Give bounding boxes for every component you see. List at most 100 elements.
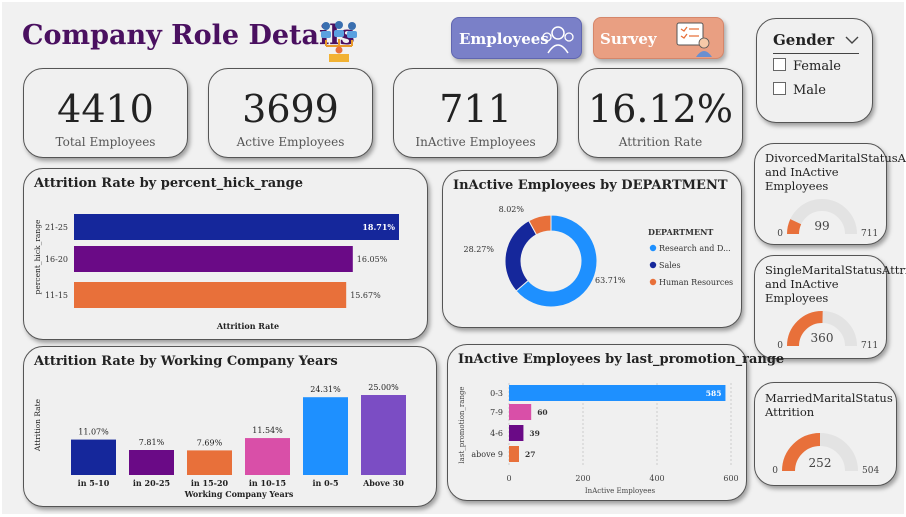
gauge-max: 711 — [861, 341, 878, 351]
tick-label: in 20-25 — [133, 478, 170, 488]
y-axis-label: last_promotion_range — [458, 386, 466, 463]
bar — [303, 397, 348, 475]
bar — [361, 395, 406, 475]
tick-label: 11-15 — [45, 291, 68, 300]
kpi-label: InActive Employees — [415, 135, 536, 149]
slicer-title: Gender — [773, 31, 835, 49]
kpi-label: Active Employees — [236, 135, 345, 149]
gauge-value: 360 — [811, 331, 834, 345]
bar — [509, 385, 726, 401]
gauge-max: 504 — [862, 466, 879, 476]
employees-icon — [542, 26, 574, 54]
survey-icon — [676, 22, 712, 57]
kpi-active-employees: 3699 Active Employees — [208, 68, 373, 158]
checkbox[interactable] — [773, 58, 786, 71]
page-title: Company Role Details — [22, 20, 355, 51]
legend-marker — [649, 244, 657, 252]
bar — [71, 439, 116, 475]
survey-button-label: Survey — [600, 30, 657, 48]
pie-slice — [504, 220, 538, 292]
data-label: 27 — [525, 450, 535, 459]
tick-label: 21-25 — [45, 223, 68, 232]
bar — [74, 246, 353, 272]
x-axis-label: Working Company Years — [184, 489, 294, 499]
gauge-single: 360 0 711 — [777, 311, 878, 351]
kpi-value: 16.12% — [588, 87, 733, 131]
tick-label: 4-6 — [490, 429, 503, 438]
legend-label: Sales — [659, 261, 681, 270]
kpi-label: Attrition Rate — [618, 135, 703, 149]
bar — [245, 438, 290, 475]
gauge-value: 252 — [809, 456, 832, 470]
data-label: 585 — [706, 389, 722, 398]
tick-label: in 0-5 — [312, 478, 338, 488]
data-label: 18.71% — [362, 222, 395, 232]
gauge-fill — [787, 219, 802, 235]
y-axis-label: Attrition Rate — [33, 398, 42, 452]
survey-button[interactable]: Survey — [593, 17, 724, 59]
kpi-attrition-rate: 16.12% Attrition Rate — [578, 68, 743, 158]
legend-title: DEPARTMENT — [648, 227, 713, 237]
kpi-value: 711 — [439, 87, 512, 131]
data-label: 16.05% — [357, 255, 388, 264]
legend-marker — [649, 261, 657, 269]
kpi-value: 3699 — [242, 87, 339, 131]
chart-card-company-years: Attrition Rate by Working Company Years … — [23, 346, 437, 507]
gauge-min: 0 — [777, 229, 783, 239]
gauge-min: 0 — [772, 466, 778, 476]
chart-department: 63.71% 28.27% 8.02% DEPARTMENT Research and … — [463, 205, 733, 308]
tick-label: 200 — [575, 474, 590, 483]
data-label: 24.31% — [310, 385, 341, 394]
bar — [74, 282, 347, 308]
data-label: 7.69% — [197, 438, 223, 447]
tick-label: 0-3 — [490, 389, 503, 398]
gauge-married: 252 0 504 — [772, 433, 879, 476]
tick-label: in 5-10 — [78, 478, 110, 488]
kpi-total-employees: 4410 Total Employees — [23, 68, 188, 158]
bar — [187, 450, 232, 475]
data-label: 25.00% — [368, 383, 399, 392]
gauge-divorced: 99 0 711 — [777, 199, 878, 239]
slicer-option-female[interactable]: Female — [773, 58, 841, 74]
chevron-down-icon[interactable] — [845, 35, 859, 45]
tick-label: 400 — [649, 474, 664, 483]
data-label: 63.71% — [595, 276, 626, 285]
slicer-option-male[interactable]: Male — [773, 82, 826, 98]
data-label: 28.27% — [463, 245, 494, 254]
data-label: 15.67% — [350, 291, 381, 300]
gauge-min: 0 — [777, 341, 783, 351]
data-label: 7.81% — [139, 438, 165, 447]
bar — [74, 214, 399, 240]
bar — [509, 425, 524, 441]
tick-label: 600 — [723, 474, 738, 483]
team-icon — [321, 21, 357, 62]
chart-card-department: InActive Employees by DEPARTMENT 63.71% 2… — [442, 170, 742, 328]
tick-label: in 15-20 — [191, 478, 229, 488]
gauge-card-divorced: DivorcedMaritalStatusAttrition and InAct… — [754, 143, 906, 245]
kpi-value: 4410 — [57, 87, 154, 131]
slicer-divider — [773, 53, 859, 54]
kpi-inactive-employees: 711 InActive Employees — [393, 68, 558, 158]
y-axis-label: percent_hick_range — [33, 219, 42, 294]
employees-button-label: Employees — [459, 30, 549, 48]
chart-card-hike-range: Attrition Rate by percent_hick_range 21-… — [23, 168, 428, 340]
data-label: 60 — [537, 408, 547, 417]
slicer-option-label: Male — [793, 83, 826, 98]
gauge-card-single: SingleMaritalStatusAttrition and InActiv… — [754, 255, 906, 359]
checkbox[interactable] — [773, 82, 786, 95]
chart-hike-range: 21-25 18.71% 16-20 16.05% 11-15 15.67% Attriti… — [33, 214, 399, 331]
data-label: 39 — [529, 429, 539, 438]
x-axis-label: InActive Employees — [585, 487, 656, 495]
kpi-label: Total Employees — [55, 135, 156, 149]
employees-button[interactable]: Employees — [451, 17, 582, 59]
bar — [129, 450, 174, 475]
gauge-max: 711 — [861, 229, 878, 239]
legend-label: Research and D... — [659, 244, 731, 253]
gauge-card-married: MarriedMaritalStatus Attrition 252 0 504 — [754, 382, 897, 486]
data-label: 11.07% — [78, 428, 109, 437]
x-axis-label: Attrition Rate — [216, 321, 279, 331]
tick-label: above 9 — [471, 450, 503, 459]
chart-promotion: 0 200 400 600 0-3 585 7-9 60 4-6 39 above 9 27 InAct… — [458, 383, 739, 495]
data-label: 8.02% — [499, 205, 525, 214]
legend-marker — [649, 278, 657, 286]
